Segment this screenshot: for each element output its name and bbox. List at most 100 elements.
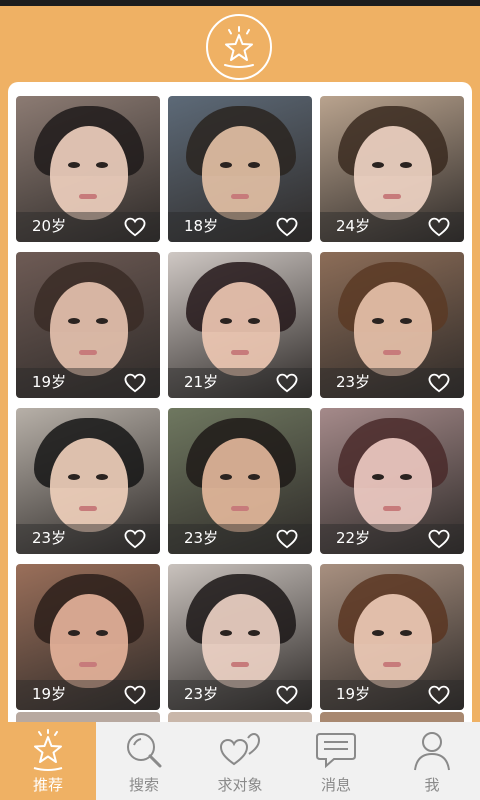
tab-label: 消息: [320, 776, 351, 794]
profile-photo-eye: [220, 630, 232, 636]
profile-card[interactable]: 23岁: [16, 408, 160, 554]
heart-icon[interactable]: [428, 685, 450, 705]
profile-photo-mouth: [231, 194, 249, 199]
profile-photo-eye: [96, 318, 108, 324]
age-label: 24岁: [336, 217, 371, 235]
heart-icon[interactable]: [124, 685, 146, 705]
profile-photo-face: [202, 438, 280, 532]
profile-photo-face: [354, 594, 432, 688]
profile-photo-eye: [68, 318, 80, 324]
tab-label: 求对象: [217, 776, 263, 794]
profile-card[interactable]: 23岁: [168, 408, 312, 554]
heart-icon[interactable]: [276, 529, 298, 549]
profile-photo-mouth: [79, 506, 97, 511]
tab-label: 搜索: [128, 776, 159, 794]
profile-photo-eye: [68, 162, 80, 168]
profile-photo-eye: [400, 162, 412, 168]
profile-photo-face: [202, 282, 280, 376]
profile-photo-face: [202, 126, 280, 220]
profile-photo-eye: [248, 318, 260, 324]
profile-photo-mouth: [79, 350, 97, 355]
profile-photo-mouth: [79, 194, 97, 199]
next-row-peek: [16, 712, 464, 722]
profile-card[interactable]: 24岁: [320, 96, 464, 242]
bottom-tab-bar: 推荐 搜索 求对象 消息 我: [0, 722, 480, 800]
profile-photo-mouth: [231, 506, 249, 511]
star-icon: [33, 729, 63, 771]
profile-photo-mouth: [383, 350, 401, 355]
heart-icon[interactable]: [276, 217, 298, 237]
tab-label: 我: [424, 776, 440, 794]
heart-icon[interactable]: [428, 217, 450, 237]
profile-photo-eye: [400, 630, 412, 636]
profile-photo-eye: [372, 162, 384, 168]
age-label: 21岁: [184, 373, 219, 391]
profile-photo-eye: [96, 474, 108, 480]
profile-photo-eye: [220, 162, 232, 168]
profile-photo-mouth: [231, 662, 249, 667]
profile-photo-face: [50, 282, 128, 376]
age-label: 18岁: [184, 217, 219, 235]
profile-photo-face: [50, 594, 128, 688]
age-label: 23岁: [184, 685, 219, 703]
profile-photo-eye: [96, 630, 108, 636]
heart-icon[interactable]: [276, 373, 298, 393]
profile-card[interactable]: 19岁: [16, 252, 160, 398]
profile-card-partial[interactable]: [16, 712, 160, 722]
heart-icon[interactable]: [428, 373, 450, 393]
age-label: 23岁: [32, 529, 67, 547]
profile-photo-mouth: [79, 662, 97, 667]
age-label: 19岁: [32, 685, 67, 703]
profile-photo-eye: [68, 630, 80, 636]
profile-card[interactable]: 23岁: [168, 564, 312, 710]
profile-card-partial[interactable]: [320, 712, 464, 722]
content-panel: 20岁 18岁 24岁 19岁 21岁 23岁 23岁 23岁 22岁 19岁 23岁 19岁: [8, 82, 472, 722]
age-label: 20岁: [32, 217, 67, 235]
age-label: 19岁: [32, 373, 67, 391]
profile-card[interactable]: 22岁: [320, 408, 464, 554]
heart-icon[interactable]: [124, 217, 146, 237]
message-icon: [316, 733, 356, 769]
profile-card[interactable]: 18岁: [168, 96, 312, 242]
heart-icon[interactable]: [124, 529, 146, 549]
profile-photo-eye: [220, 474, 232, 480]
profile-photo-eye: [248, 162, 260, 168]
tab-search[interactable]: 搜索: [96, 722, 192, 800]
profile-card[interactable]: 23岁: [320, 252, 464, 398]
profile-photo-eye: [372, 318, 384, 324]
age-label: 23岁: [184, 529, 219, 547]
profile-card[interactable]: 21岁: [168, 252, 312, 398]
age-label: 19岁: [336, 685, 371, 703]
profile-photo-mouth: [231, 350, 249, 355]
profile-photo-mouth: [383, 662, 401, 667]
profile-photo-eye: [220, 318, 232, 324]
profile-photo-mouth: [383, 194, 401, 199]
profile-photo-eye: [248, 630, 260, 636]
person-icon: [414, 732, 450, 771]
profile-photo-eye: [96, 162, 108, 168]
tab-two-hearts[interactable]: 求对象: [192, 722, 288, 800]
heart-icon[interactable]: [124, 373, 146, 393]
profile-photo-eye: [68, 474, 80, 480]
profile-card[interactable]: 19岁: [320, 564, 464, 710]
profile-photo-eye: [248, 474, 260, 480]
age-label: 23岁: [336, 373, 371, 391]
two-hearts-icon: [219, 732, 261, 766]
tab-person[interactable]: 我: [384, 722, 480, 800]
profile-grid: 20岁 18岁 24岁 19岁 21岁 23岁 23岁 23岁 22岁 19岁 23岁 19岁: [16, 96, 464, 710]
profile-photo-mouth: [383, 506, 401, 511]
heart-icon[interactable]: [428, 529, 450, 549]
profile-photo-face: [354, 438, 432, 532]
profile-card[interactable]: 19岁: [16, 564, 160, 710]
profile-photo-face: [354, 126, 432, 220]
heart-icon[interactable]: [276, 685, 298, 705]
app-screen: 20岁 18岁 24岁 19岁 21岁 23岁 23岁 23岁 22岁 19岁 23岁 19岁 推荐 搜…: [0, 0, 480, 800]
profile-card-partial[interactable]: [168, 712, 312, 722]
tab-star[interactable]: 推荐: [0, 722, 96, 800]
profile-photo-eye: [372, 630, 384, 636]
profile-photo-eye: [372, 474, 384, 480]
search-icon: [127, 733, 162, 768]
tab-message[interactable]: 消息: [288, 722, 384, 800]
profile-photo-face: [354, 282, 432, 376]
profile-card[interactable]: 20岁: [16, 96, 160, 242]
